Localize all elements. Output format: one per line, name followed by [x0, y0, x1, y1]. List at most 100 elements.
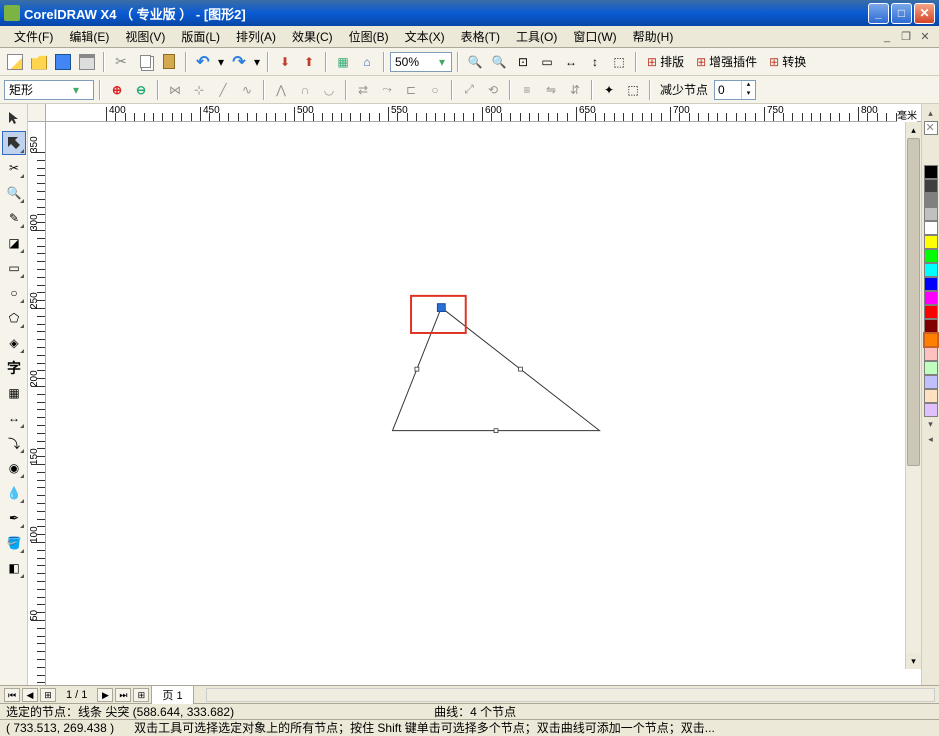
- print-button[interactable]: [76, 51, 98, 73]
- menu-help[interactable]: 帮助(H): [625, 26, 682, 47]
- zoom-input[interactable]: [395, 55, 435, 69]
- reflect-h-button[interactable]: ⇋: [540, 79, 562, 101]
- prev-page-button[interactable]: ◀: [22, 688, 38, 702]
- freehand-tool[interactable]: ✎: [2, 206, 26, 230]
- spin-up[interactable]: ▴: [741, 81, 755, 90]
- zoom-page-button[interactable]: ▭: [536, 51, 558, 73]
- drawing-canvas[interactable]: [46, 122, 905, 669]
- dropdown-icon[interactable]: ▾: [435, 55, 449, 69]
- shape-mode-combo[interactable]: ▾: [4, 80, 94, 100]
- convert-button[interactable]: ⊞转换: [764, 51, 811, 73]
- color-swatch[interactable]: [924, 305, 938, 319]
- cut-button[interactable]: ✂: [110, 51, 132, 73]
- reduce-nodes-input[interactable]: [715, 83, 741, 97]
- page-tab-1[interactable]: 页 1: [151, 685, 193, 704]
- zoom-combo[interactable]: ▾: [390, 52, 452, 72]
- minimize-button[interactable]: _: [868, 3, 889, 24]
- zoom-out-button[interactable]: 🔍: [488, 51, 510, 73]
- color-swatch[interactable]: [924, 291, 938, 305]
- color-swatch[interactable]: [924, 165, 938, 179]
- color-swatch[interactable]: [924, 235, 938, 249]
- color-swatch[interactable]: [924, 361, 938, 375]
- text-tool[interactable]: 字: [2, 356, 26, 380]
- extend-curve-button[interactable]: ⤳: [376, 79, 398, 101]
- zoom-width-button[interactable]: ↔: [560, 51, 582, 73]
- color-swatch[interactable]: [924, 221, 938, 235]
- color-swatch[interactable]: [924, 389, 938, 403]
- close-curve-button[interactable]: ○: [424, 79, 446, 101]
- basic-shapes-tool[interactable]: ◈: [2, 331, 26, 355]
- dropdown-icon[interactable]: ▾: [69, 83, 83, 97]
- cusp-node-button[interactable]: ⋀: [270, 79, 292, 101]
- menu-file[interactable]: 文件(F): [6, 26, 61, 47]
- align-nodes-button[interactable]: ≡: [516, 79, 538, 101]
- polygon-tool[interactable]: ⬠: [2, 306, 26, 330]
- zoom-in-button[interactable]: 🔍: [464, 51, 486, 73]
- color-swatch[interactable]: [924, 375, 938, 389]
- open-button[interactable]: [28, 51, 50, 73]
- no-fill-swatch[interactable]: [924, 121, 938, 135]
- import-button[interactable]: ⬇: [274, 51, 296, 73]
- to-line-button[interactable]: ╱: [212, 79, 234, 101]
- smart-fill-tool[interactable]: ◪: [2, 231, 26, 255]
- ruler-origin[interactable]: [28, 104, 46, 122]
- menu-view[interactable]: 视图(V): [117, 26, 173, 47]
- crop-tool[interactable]: ✂: [2, 156, 26, 180]
- delete-node-button[interactable]: ⊖: [130, 79, 152, 101]
- color-swatch[interactable]: [924, 319, 938, 333]
- last-page-button[interactable]: ⏭: [115, 688, 131, 702]
- zoom-selection-button[interactable]: ⬚: [608, 51, 630, 73]
- interactive-fill-tool[interactable]: ◧: [2, 556, 26, 580]
- join-nodes-button[interactable]: ⋈: [164, 79, 186, 101]
- reduce-nodes-field[interactable]: ▴▾: [714, 80, 756, 100]
- outline-tool[interactable]: ✒: [2, 506, 26, 530]
- select-all-nodes-button[interactable]: ⬚: [622, 79, 644, 101]
- stretch-nodes-button[interactable]: ⤢: [458, 79, 480, 101]
- fill-tool[interactable]: 🪣: [2, 531, 26, 555]
- enhance-plugin-button[interactable]: ⊞增强插件: [691, 51, 762, 73]
- color-swatch[interactable]: [924, 193, 938, 207]
- first-page-button[interactable]: ⏮: [4, 688, 20, 702]
- mdi-close-button[interactable]: ✕: [917, 30, 933, 44]
- new-button[interactable]: [4, 51, 26, 73]
- color-swatch[interactable]: [924, 179, 938, 193]
- add-page-before-button[interactable]: ⊞: [40, 688, 56, 702]
- interactive-blend-tool[interactable]: ◉: [2, 456, 26, 480]
- horizontal-ruler[interactable]: 400450500550600650700750800850: [46, 104, 921, 122]
- color-swatch[interactable]: [924, 403, 938, 417]
- menu-effects[interactable]: 效果(C): [284, 26, 341, 47]
- menu-arrange[interactable]: 排列(A): [228, 26, 284, 47]
- app-launcher-button[interactable]: ▦: [332, 51, 354, 73]
- shape-mode-input[interactable]: [9, 83, 69, 97]
- menu-tools[interactable]: 工具(O): [508, 26, 565, 47]
- palette-flyout[interactable]: ◂: [928, 432, 933, 447]
- eyedropper-tool[interactable]: 💧: [2, 481, 26, 505]
- rotate-nodes-button[interactable]: ⟲: [482, 79, 504, 101]
- shape-tool[interactable]: [2, 131, 26, 155]
- menu-bitmaps[interactable]: 位图(B): [341, 26, 397, 47]
- to-curve-button[interactable]: ∿: [236, 79, 258, 101]
- add-node-button[interactable]: ⊕: [106, 79, 128, 101]
- palette-scroll-down[interactable]: ▾: [928, 417, 933, 432]
- mdi-restore-button[interactable]: ❐: [898, 30, 914, 44]
- palette-scroll-up[interactable]: ▴: [928, 106, 933, 121]
- save-button[interactable]: [52, 51, 74, 73]
- color-swatch[interactable]: [924, 277, 938, 291]
- reverse-direction-button[interactable]: ⇄: [352, 79, 374, 101]
- layout-button[interactable]: ⊞排版: [642, 51, 689, 73]
- symmetric-node-button[interactable]: ◡: [318, 79, 340, 101]
- spin-down[interactable]: ▾: [741, 90, 755, 99]
- export-button[interactable]: ⬆: [298, 51, 320, 73]
- color-swatch[interactable]: [924, 263, 938, 277]
- ellipse-tool[interactable]: ○: [2, 281, 26, 305]
- rectangle-tool[interactable]: ▭: [2, 256, 26, 280]
- color-swatch[interactable]: [924, 347, 938, 361]
- pick-tool[interactable]: [2, 106, 26, 130]
- reflect-v-button[interactable]: ⇵: [564, 79, 586, 101]
- zoom-tool[interactable]: 🔍: [2, 181, 26, 205]
- menu-edit[interactable]: 编辑(E): [61, 26, 117, 47]
- color-swatch[interactable]: [924, 249, 938, 263]
- redo-dropdown[interactable]: ▾: [252, 51, 262, 73]
- next-page-button[interactable]: ▶: [97, 688, 113, 702]
- color-swatch[interactable]: [924, 207, 938, 221]
